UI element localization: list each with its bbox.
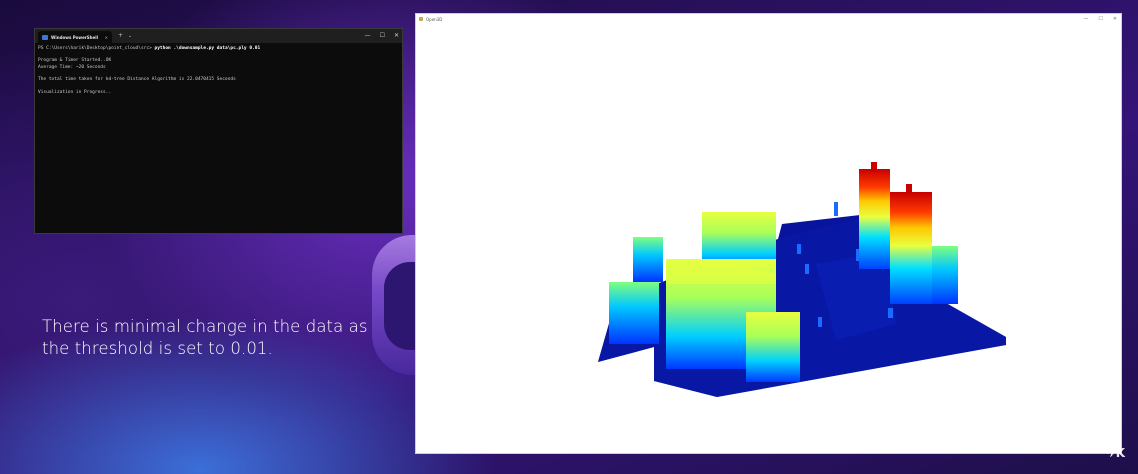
open3d-window[interactable]: Open3D — ☐ ✕ [415,13,1122,454]
terminal-command: python .\downsample.py data\pc.ply 0.01 [154,46,261,51]
powershell-window[interactable]: Windows PowerShell × + ⌄ — ☐ ✕ PS C:\Use… [34,28,403,234]
close-button[interactable]: ✕ [394,33,399,39]
open3d-maximize-button[interactable]: ☐ [1098,16,1102,22]
video-caption: There is minimal change in the data as t… [42,317,368,358]
powershell-icon [42,34,48,40]
terminal-tab-label: Windows PowerShell [51,34,98,40]
open3d-app-icon [419,17,423,21]
open3d-window-controls: — ☐ ✕ [1083,14,1117,24]
open3d-titlebar[interactable]: Open3D — ☐ ✕ [416,14,1121,24]
terminal-window-controls: — ☐ ✕ [365,29,399,43]
terminal-output[interactable]: PS C:\Users\harik\Desktop\point_cloud\sr… [35,43,402,99]
channel-watermark-logo: ✈K [1106,446,1125,460]
minimize-button[interactable]: — [365,33,371,39]
terminal-tab[interactable]: Windows PowerShell × [38,31,112,43]
tab-close-icon[interactable]: × [105,35,108,40]
terminal-titlebar[interactable]: Windows PowerShell × + ⌄ — ☐ ✕ [35,29,402,43]
terminal-line-2: Average Time: ~20 Seconds [38,64,106,70]
new-tab-button[interactable]: + [118,33,123,39]
open3d-close-button[interactable]: ✕ [1113,16,1117,22]
maximize-button[interactable]: ☐ [380,33,385,39]
terminal-line-3: The total time taken for kd-tree Distanc… [38,77,236,83]
wallpaper-swirl-inner [384,262,418,350]
terminal-line-1: Program & Timer Started..OK [38,58,112,64]
terminal-line-4: Visualization in Progress.. [38,89,112,95]
point-cloud-viewport[interactable] [416,24,1121,453]
tab-dropdown-button[interactable]: ⌄ [128,33,132,39]
terminal-prompt: PS C:\Users\harik\Desktop\point_cloud\sr… [38,46,155,51]
open3d-minimize-button[interactable]: — [1083,16,1088,22]
mid-buildings [609,212,800,382]
open3d-title: Open3D [426,16,443,22]
